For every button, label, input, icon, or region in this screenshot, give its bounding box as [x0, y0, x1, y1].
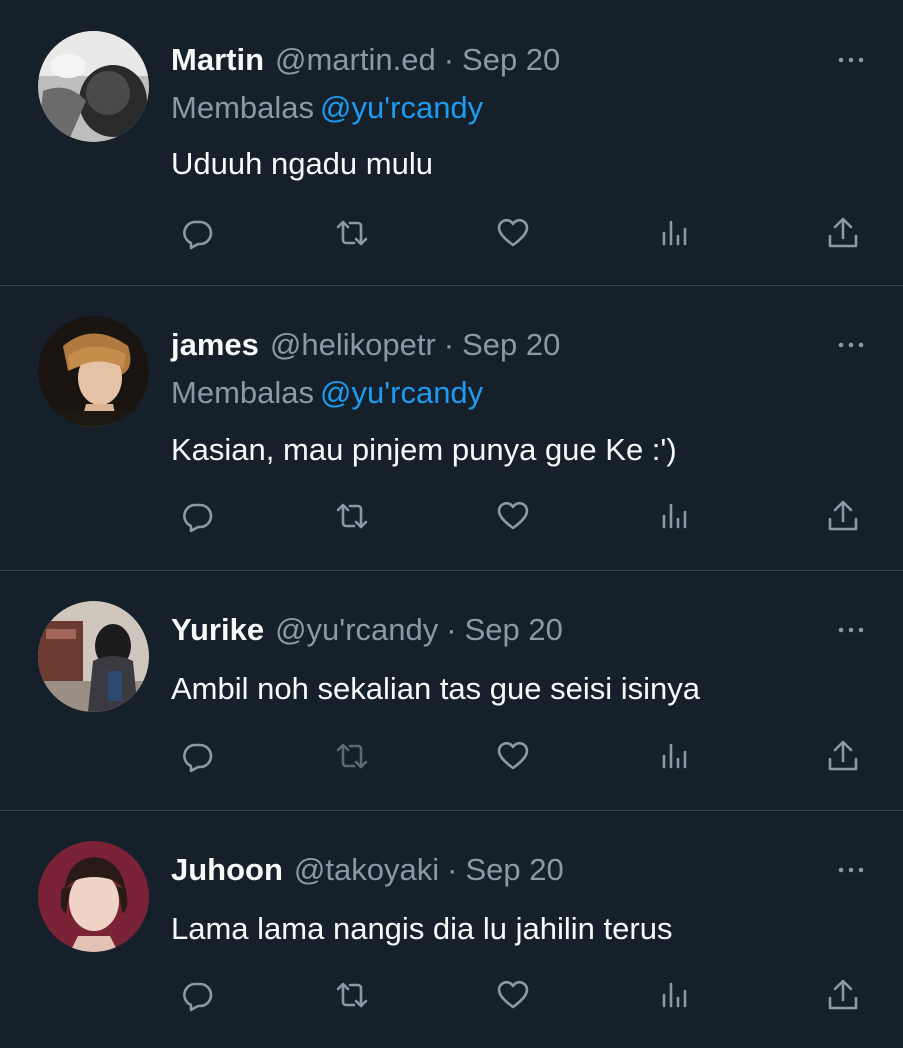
reply-button[interactable]: [175, 973, 219, 1017]
display-name[interactable]: Juhoon: [171, 852, 283, 888]
avatar[interactable]: [38, 841, 149, 952]
separator: ·: [446, 612, 457, 647]
retweet-icon: [336, 982, 368, 1008]
avatar[interactable]: [38, 601, 149, 712]
separator: ·: [443, 327, 455, 362]
like-button[interactable]: [491, 734, 535, 778]
separator: ·: [443, 42, 455, 77]
tweet-text: Lama lama nangis dia lu jahilin terus: [171, 911, 673, 946]
retweet-button[interactable]: [330, 211, 374, 255]
replying-to-label: Membalas: [171, 90, 314, 125]
tweet-date[interactable]: Sep 20: [462, 327, 560, 363]
share-icon: [828, 500, 858, 531]
like-icon: [497, 218, 529, 247]
avatar[interactable]: [38, 31, 149, 142]
reply-icon: [183, 220, 213, 250]
avatar-james-image: [38, 316, 149, 427]
retweet-icon: [336, 503, 368, 529]
share-button[interactable]: [821, 494, 865, 538]
more-options-icon[interactable]: [835, 333, 867, 357]
more-options-icon[interactable]: [835, 618, 867, 642]
replying-to: Membalas @yu'rcandy: [171, 373, 483, 413]
retweet-button[interactable]: [330, 973, 374, 1017]
user-handle[interactable]: @yu'rcandy: [275, 612, 438, 648]
user-handle[interactable]: @helikopetr: [270, 327, 436, 363]
tweet-yurike[interactable]: Yurike @yu'rcandy · Sep 20 Ambil noh sek…: [0, 571, 903, 811]
views-icon: [662, 982, 687, 1008]
reply-button[interactable]: [175, 734, 219, 778]
share-button[interactable]: [821, 211, 865, 255]
tweet-date[interactable]: Sep 20: [465, 852, 563, 888]
display-name[interactable]: Martin: [171, 42, 264, 78]
share-icon: [828, 217, 858, 248]
separator: ·: [447, 852, 458, 887]
reply-icon: [183, 503, 213, 533]
views-button[interactable]: [653, 734, 697, 778]
tweet-text: Ambil noh sekalian tas gue seisi isinya: [171, 671, 700, 706]
reply-button[interactable]: [175, 211, 219, 255]
retweet-icon: [336, 743, 368, 769]
tweet-actions: [171, 211, 871, 255]
avatar[interactable]: [38, 316, 149, 427]
views-button[interactable]: [653, 211, 697, 255]
reply-mention-link[interactable]: @yu'rcandy: [320, 375, 483, 410]
more-options-icon[interactable]: [835, 858, 867, 882]
display-name[interactable]: Yurike: [171, 612, 264, 648]
like-icon: [497, 741, 529, 770]
like-button[interactable]: [491, 494, 535, 538]
tweet-text: Kasian, mau pinjem punya gue Ke :'): [171, 432, 677, 467]
tweet-james[interactable]: james @helikopetr · Sep 20 Membalas @yu'r…: [0, 286, 903, 571]
avatar-juhoon-image: [38, 841, 149, 952]
like-button[interactable]: [491, 973, 535, 1017]
avatar-martin-image: [38, 31, 149, 142]
reply-icon: [183, 743, 213, 773]
tweet-actions: [171, 734, 871, 778]
replying-to: Membalas @yu'rcandy: [171, 88, 483, 128]
share-icon: [828, 740, 858, 771]
tweet-header: Juhoon @takoyaki · Sep 20: [171, 850, 564, 890]
views-button[interactable]: [653, 973, 697, 1017]
tweet-martin[interactable]: Martin @martin.ed · Sep 20 Membalas @yu'r…: [0, 0, 903, 286]
replying-to-label: Membalas: [171, 375, 314, 410]
tweet-juhoon[interactable]: Juhoon @takoyaki · Sep 20 Lama lama nang…: [0, 811, 903, 1048]
reply-button[interactable]: [175, 494, 219, 538]
tweet-header: Martin @martin.ed · Sep 20: [171, 40, 560, 80]
share-button[interactable]: [821, 734, 865, 778]
more-options-icon[interactable]: [835, 48, 867, 72]
retweet-icon: [336, 220, 368, 246]
tweet-date[interactable]: Sep 20: [462, 42, 560, 78]
like-button[interactable]: [491, 211, 535, 255]
retweet-button[interactable]: [330, 734, 374, 778]
user-handle[interactable]: @takoyaki: [294, 852, 439, 888]
tweet-header: james @helikopetr · Sep 20: [171, 325, 560, 365]
tweet-actions: [171, 973, 871, 1017]
views-icon: [662, 743, 687, 769]
reply-mention-link[interactable]: @yu'rcandy: [320, 90, 483, 125]
reply-icon: [183, 982, 213, 1012]
tweet-header: Yurike @yu'rcandy · Sep 20: [171, 610, 563, 650]
like-icon: [497, 980, 529, 1009]
share-icon: [828, 979, 858, 1010]
user-handle[interactable]: @martin.ed: [275, 42, 436, 78]
retweet-button[interactable]: [330, 494, 374, 538]
display-name[interactable]: james: [171, 327, 259, 363]
tweet-text: Uduuh ngadu mulu: [171, 146, 433, 181]
share-button[interactable]: [821, 973, 865, 1017]
tweet-date[interactable]: Sep 20: [465, 612, 563, 648]
avatar-yurike-image: [38, 601, 149, 712]
tweet-actions: [171, 494, 871, 538]
reply-feed: Martin @martin.ed · Sep 20 Membalas @yu'r…: [0, 0, 903, 1048]
views-button[interactable]: [653, 494, 697, 538]
views-icon: [662, 220, 687, 246]
views-icon: [662, 503, 687, 529]
like-icon: [497, 501, 529, 530]
